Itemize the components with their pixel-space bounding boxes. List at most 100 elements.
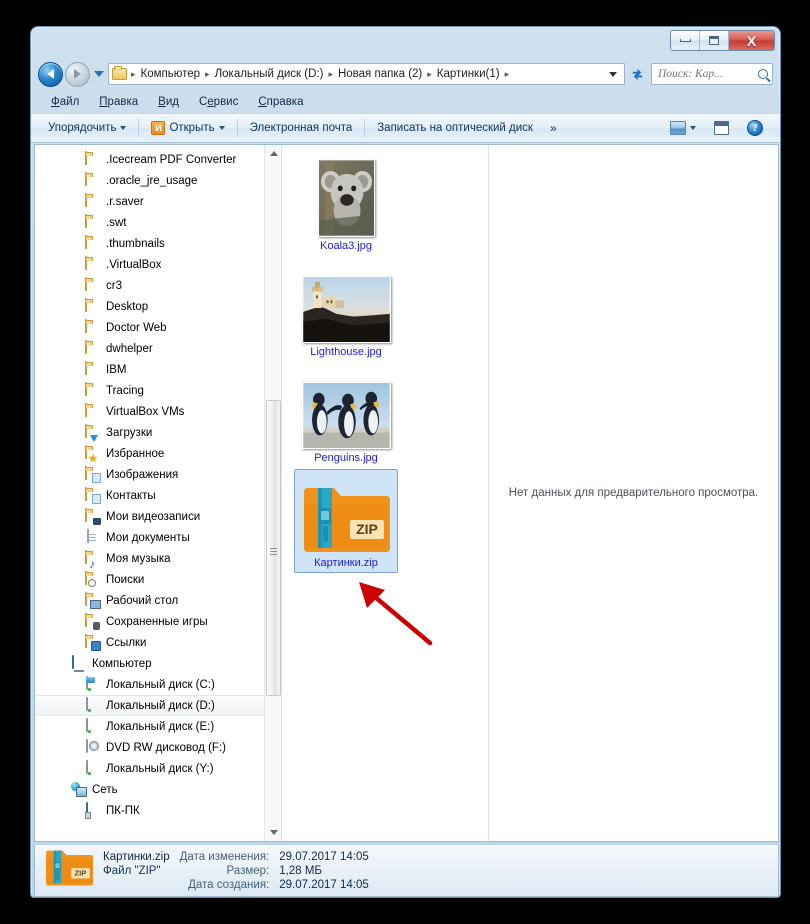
file-list-pane[interactable]: Koala3.jpg Lighthouse.jpg Penguins.jpg Z… <box>281 145 488 841</box>
tree-item[interactable]: .VirtualBox <box>35 254 264 275</box>
tree-item[interactable]: Загрузки <box>35 422 264 443</box>
tree-item[interactable]: Tracing <box>35 380 264 401</box>
menu-tools[interactable]: Сервис <box>189 94 248 110</box>
tree-item[interactable]: Локальный диск (D:) <box>35 695 264 716</box>
tree-item[interactable]: Мои видеозаписи <box>35 506 264 527</box>
breadcrumb-item-pictures[interactable]: Картинки(1) <box>434 66 503 82</box>
details-keys-column: Дата изменения: Размер: Дата создания: <box>180 851 270 891</box>
tree-item[interactable]: Локальный диск (Y:) <box>35 758 264 779</box>
tree-item[interactable]: VirtualBox VMs <box>35 401 264 422</box>
refresh-button[interactable] <box>626 63 648 85</box>
file-item-penguins[interactable]: Penguins.jpg <box>294 363 398 467</box>
tree-item[interactable]: .r.saver <box>35 191 264 212</box>
details-key-created: Дата создания: <box>188 878 270 891</box>
contacts-folder-icon <box>85 486 101 504</box>
tree-item[interactable]: cr3 <box>35 275 264 296</box>
change-view-button[interactable] <box>661 118 705 138</box>
videos-folder-icon <box>85 507 101 525</box>
breadcrumb-item-new-folder[interactable]: Новая папка (2) <box>335 66 425 82</box>
tree-item[interactable]: Сохраненные игры <box>35 611 264 632</box>
tree-item[interactable]: Локальный диск (C:) <box>35 674 264 695</box>
file-name: Penguins.jpg <box>314 452 378 464</box>
forward-button[interactable] <box>65 61 90 87</box>
breadcrumb-separator: ▸ <box>427 68 432 79</box>
tree-item-label: Ссылки <box>106 636 147 649</box>
tree-item[interactable]: Контакты <box>35 485 264 506</box>
file-item-koala[interactable]: Koala3.jpg <box>294 151 398 255</box>
scroll-down-button[interactable] <box>265 824 281 841</box>
tree-item[interactable]: .oracle_jre_usage <box>35 170 264 191</box>
file-item-kartinki-zip[interactable]: ZIP Картинки.zip <box>294 469 398 573</box>
computer-icon <box>71 654 87 672</box>
preview-pane-icon <box>714 121 729 135</box>
explorer-body: .Icecream PDF Converter .oracle_jre_usage… <box>34 144 779 842</box>
burn-to-disc-button[interactable]: Записать на оптический диск <box>368 119 542 137</box>
back-button[interactable] <box>38 61 63 87</box>
folder-icon <box>85 192 101 210</box>
menu-view[interactable]: Вид <box>148 94 189 110</box>
breadcrumb-item-computer[interactable]: Компьютер <box>138 66 204 82</box>
scroll-up-button[interactable] <box>265 145 281 162</box>
tree-item[interactable]: Doctor Web <box>35 317 264 338</box>
forward-arrow-icon <box>74 69 81 79</box>
penguins-thumbnail-image <box>301 382 391 449</box>
tree-item[interactable]: .thumbnails <box>35 233 264 254</box>
open-button[interactable]: И Открыть <box>142 118 233 138</box>
help-button[interactable]: ? <box>738 117 772 139</box>
tree-item[interactable]: Ссылки <box>35 632 264 653</box>
tree-item[interactable]: Изображения <box>35 464 264 485</box>
folder-icon <box>85 255 101 273</box>
tree-item[interactable]: Локальный диск (E:) <box>35 716 264 737</box>
drive-icon <box>85 696 101 714</box>
details-text-block: Картинки.zip Файл "ZIP" Дата изменения: … <box>103 851 369 891</box>
tree-item[interactable]: Мои документы <box>35 527 264 548</box>
tree-item[interactable]: IBM <box>35 359 264 380</box>
menu-edit[interactable]: Правка <box>89 94 148 110</box>
zip-archive-icon: ZIP <box>46 850 93 886</box>
search-box[interactable] <box>651 63 773 85</box>
breadcrumb-chevron-down-icon[interactable] <box>609 71 617 77</box>
drive-icon <box>85 759 101 777</box>
tree-item[interactable]: Desktop <box>35 296 264 317</box>
recent-pages-chevron-down-icon[interactable] <box>94 71 104 77</box>
folder-icon <box>85 360 101 378</box>
tree-item[interactable]: Рабочий стол <box>35 590 264 611</box>
breadcrumb-item-drive-d[interactable]: Локальный диск (D:) <box>212 66 327 82</box>
toolbar-overflow-button[interactable]: » <box>542 121 565 135</box>
scrollbar-thumb[interactable] <box>266 400 281 696</box>
organize-button[interactable]: Упорядочить <box>39 119 135 137</box>
tree-item[interactable]: Избранное <box>35 443 264 464</box>
tree-item[interactable]: DVD RW дисковод (F:) <box>35 737 264 758</box>
tree-item[interactable]: dwhelper <box>35 338 264 359</box>
menu-file[interactable]: Файл <box>41 94 89 110</box>
email-label: Электронная почта <box>249 122 353 134</box>
email-button[interactable]: Электронная почта <box>241 119 362 137</box>
tree-item-label: .r.saver <box>106 195 144 208</box>
chevron-down-icon <box>269 830 278 835</box>
folder-icon <box>85 381 101 399</box>
breadcrumb[interactable]: ▸ Компьютер ▸ Локальный диск (D:) ▸ Нова… <box>108 63 625 85</box>
maximize-button[interactable] <box>700 31 729 50</box>
tree-item[interactable]: .Icecream PDF Converter <box>35 149 264 170</box>
search-input[interactable] <box>656 67 756 81</box>
close-button[interactable]: X <box>729 31 774 50</box>
favorites-folder-icon <box>85 444 101 462</box>
tree-item[interactable]: Компьютер <box>35 653 264 674</box>
menu-help[interactable]: Справка <box>248 94 313 110</box>
navigation-scrollbar[interactable] <box>264 145 281 841</box>
breadcrumb-separator: ▸ <box>328 68 333 79</box>
tree-item-label: Контакты <box>106 489 156 502</box>
file-item-lighthouse[interactable]: Lighthouse.jpg <box>294 257 398 361</box>
tree-item[interactable]: ПК-ПК <box>35 800 264 821</box>
tree-item[interactable]: Сеть <box>35 779 264 800</box>
folder-icon <box>85 318 101 336</box>
preview-pane-button[interactable] <box>705 118 738 138</box>
tree-item[interactable]: .swt <box>35 212 264 233</box>
open-label: Открыть <box>169 122 215 134</box>
saved-games-folder-icon <box>85 612 101 630</box>
tree-item[interactable]: Моя музыка <box>35 548 264 569</box>
back-arrow-icon <box>47 69 54 79</box>
minimize-icon <box>679 39 691 42</box>
minimize-button[interactable] <box>671 31 700 50</box>
tree-item[interactable]: Поиски <box>35 569 264 590</box>
